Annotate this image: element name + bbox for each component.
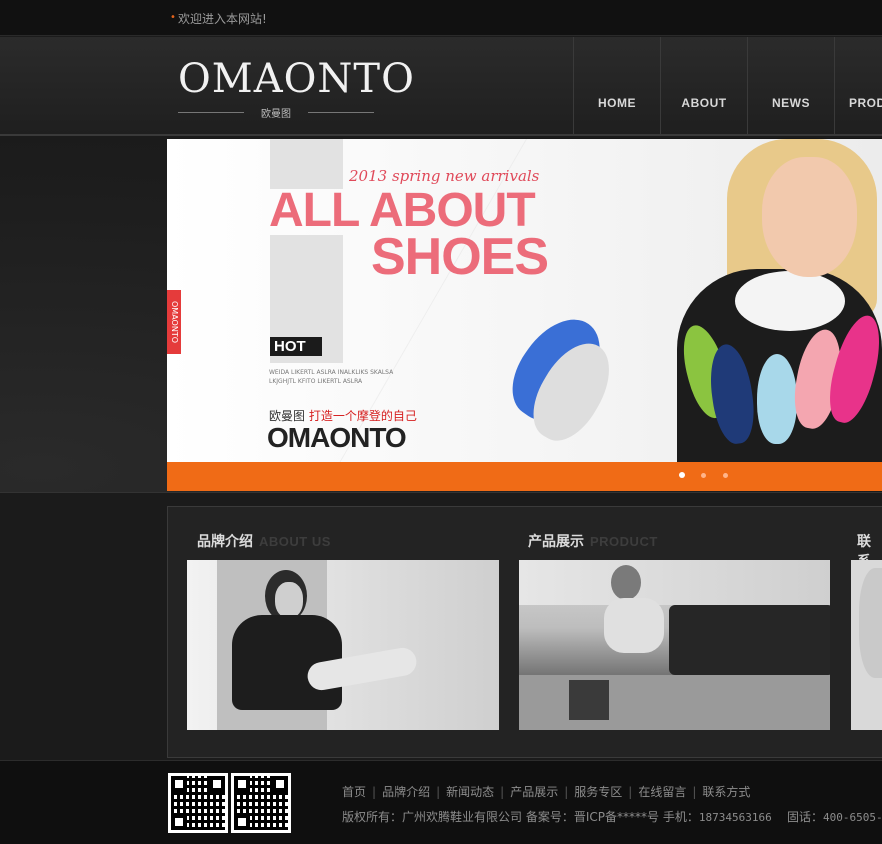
nav-home[interactable]: HOME (573, 37, 660, 136)
footer-link-service[interactable]: 服务专区 (574, 785, 622, 799)
photo-window (519, 560, 830, 605)
qr-finder (171, 776, 187, 792)
footer-link-home[interactable]: 首页 (342, 785, 366, 799)
footer-link-news[interactable]: 新闻动态 (446, 785, 494, 799)
phone-number: 18734563166 (698, 811, 772, 824)
separator: | (628, 785, 633, 799)
qr-finder (234, 776, 250, 792)
footer-link-message[interactable]: 在线留言 (638, 785, 686, 799)
site-header: OMAONTO 欧曼图 HOME ABOUT NEWS PROD (0, 37, 882, 136)
qr-finder (171, 814, 187, 830)
photo-face (275, 582, 303, 618)
model-image (735, 271, 845, 331)
banner-strip (167, 462, 882, 491)
logo-subtitle: 欧曼图 (178, 105, 374, 120)
separator: | (564, 785, 569, 799)
shoe-image (757, 354, 797, 444)
qr-finder (209, 776, 225, 792)
section-product[interactable]: 产品展示 PRODUCT (528, 531, 658, 551)
side-brand-tag: OMAONTO (167, 290, 181, 354)
top-bar: • 欢迎进入本网站! (0, 0, 882, 36)
contact-photo[interactable] (851, 560, 882, 730)
section-about-title-en: ABOUT US (259, 534, 331, 549)
tel-label: 固话： (786, 810, 823, 824)
qr-finder (272, 776, 288, 792)
photo-face (859, 568, 882, 678)
footer-link-about[interactable]: 品牌介绍 (382, 785, 430, 799)
copyright-text: 版权所有：广州欢腾鞋业有限公司 (342, 810, 523, 824)
section-product-title-en: PRODUCT (590, 534, 658, 549)
footer-links: 首页 | 品牌介绍 | 新闻动态 | 产品展示 | 服务专区 | 在线留言 | 联系方式 (342, 783, 750, 800)
tel-number: 400-6505-7 (822, 811, 882, 824)
site-logo[interactable]: OMAONTO 欧曼图 (178, 55, 415, 125)
slide-dot[interactable] (701, 473, 706, 478)
photo-body (604, 598, 664, 653)
photo-head (611, 565, 641, 600)
product-photo[interactable] (519, 560, 830, 730)
separator: | (500, 785, 505, 799)
photo-floor (519, 675, 830, 730)
phone-label: 手机： (662, 810, 699, 824)
qr-code-icon (231, 773, 291, 833)
banner-season: 2013 spring new arrivals (349, 167, 540, 185)
section-product-title: 产品展示 (528, 534, 584, 550)
bullet-icon: • (170, 12, 176, 23)
icp-text: 备案号：晋ICP备*****号 (525, 810, 659, 824)
nav-products[interactable]: PROD (834, 37, 882, 136)
photo-shoes (569, 680, 609, 720)
separator: | (436, 785, 441, 799)
section-about-title: 品牌介绍 (197, 534, 253, 550)
separator: | (372, 785, 377, 799)
banner-brand: OMAONTO (267, 422, 407, 453)
qr-code-icon (168, 773, 228, 833)
slide-dot[interactable] (723, 473, 728, 478)
content-panel: 品牌介绍ABOUT US 产品展示PRODUCT 联系 (167, 506, 882, 758)
nav-about[interactable]: ABOUT (660, 37, 747, 136)
qr-finder (234, 814, 250, 830)
about-photo[interactable] (187, 560, 499, 730)
banner-slogan-text: 打造一个摩登的自己 (308, 409, 417, 423)
separator: | (692, 785, 697, 799)
logo-wordmark: OMAONTO (178, 56, 415, 102)
nav-news[interactable]: NEWS (747, 37, 834, 136)
model-image (762, 157, 857, 277)
banner-fine-print: WEIDA LIKERTL ASLRA INALKLIKS SKALSA LKJ… (269, 369, 394, 385)
section-about[interactable]: 品牌介绍 ABOUT US (197, 531, 331, 551)
hot-label-bar (315, 337, 319, 356)
slide-dot-active[interactable] (679, 472, 685, 478)
site-footer: 首页 | 品牌介绍 | 新闻动态 | 产品展示 | 服务专区 | 在线留言 | 联系方式 版权所有：广州… (0, 760, 882, 844)
footer-copyright: 版权所有：广州欢腾鞋业有限公司 备案号：晋ICP备*****号 手机：18734… (342, 808, 882, 825)
welcome-text: 欢迎进入本网站! (178, 12, 267, 26)
hero-banner[interactable]: 2013 spring new arrivals ALL ABOUT SHOES… (167, 139, 882, 462)
footer-link-products[interactable]: 产品展示 (510, 785, 558, 799)
photo-sofa (669, 605, 830, 675)
banner-decor-block (270, 139, 343, 189)
footer-link-contact[interactable]: 联系方式 (702, 785, 750, 799)
banner-slogan-brand: 欧曼图 (269, 409, 306, 423)
banner-headline-2: SHOES (371, 228, 549, 286)
